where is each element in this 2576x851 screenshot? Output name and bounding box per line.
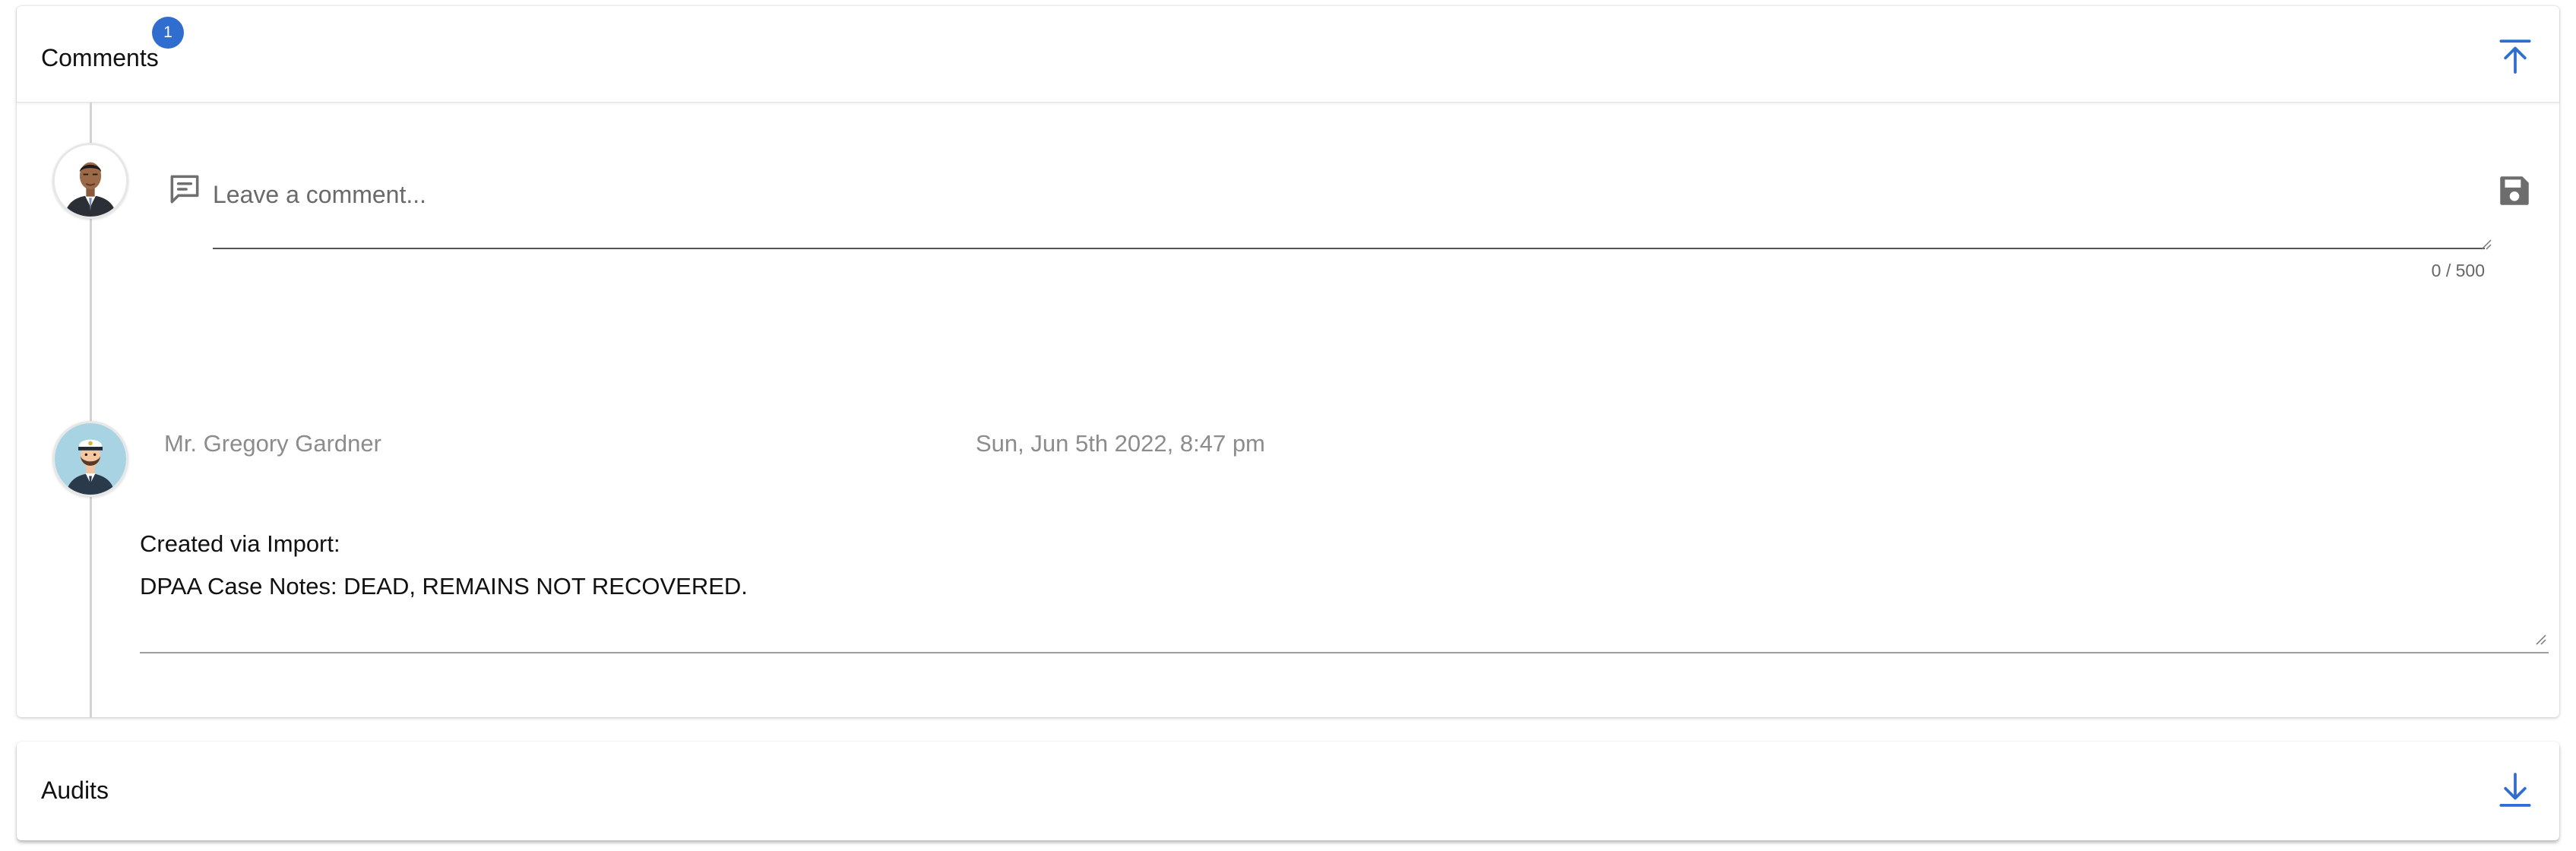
comments-count-badge: 1 <box>152 17 184 49</box>
comment-input[interactable] <box>213 158 2485 249</box>
audits-title: Audits <box>41 777 109 804</box>
collapse-up-icon[interactable] <box>2494 35 2536 78</box>
resize-handle-icon[interactable] <box>2479 237 2492 251</box>
resize-handle-icon[interactable] <box>2533 632 2547 646</box>
current-user-avatar <box>52 143 128 219</box>
comments-title: Comments <box>41 44 159 71</box>
comment-author-name: Mr. Gregory Gardner <box>164 430 381 457</box>
audits-header[interactable]: Audits <box>17 742 2559 840</box>
audits-panel: Audits <box>17 742 2559 840</box>
expand-down-icon[interactable] <box>2494 769 2536 811</box>
comment-author-avatar <box>52 421 128 497</box>
comments-panel: Comments 1 Leave a comment... 0 / 500 Mr… <box>17 6 2559 717</box>
comment-line: DPAA Case Notes: DEAD, REMAINS NOT RECOV… <box>140 573 748 599</box>
save-icon[interactable] <box>2495 172 2533 210</box>
comment-line: Created via Import: <box>140 530 340 557</box>
comment-body[interactable]: Created via Import: DPAA Case Notes: DEA… <box>140 523 2549 653</box>
comments-header[interactable]: Comments 1 <box>17 6 2559 103</box>
character-counter: 0 / 500 <box>2431 261 2485 280</box>
comment-timestamp: Sun, Jun 5th 2022, 8:47 pm <box>976 430 1265 457</box>
comment-icon <box>166 170 204 208</box>
